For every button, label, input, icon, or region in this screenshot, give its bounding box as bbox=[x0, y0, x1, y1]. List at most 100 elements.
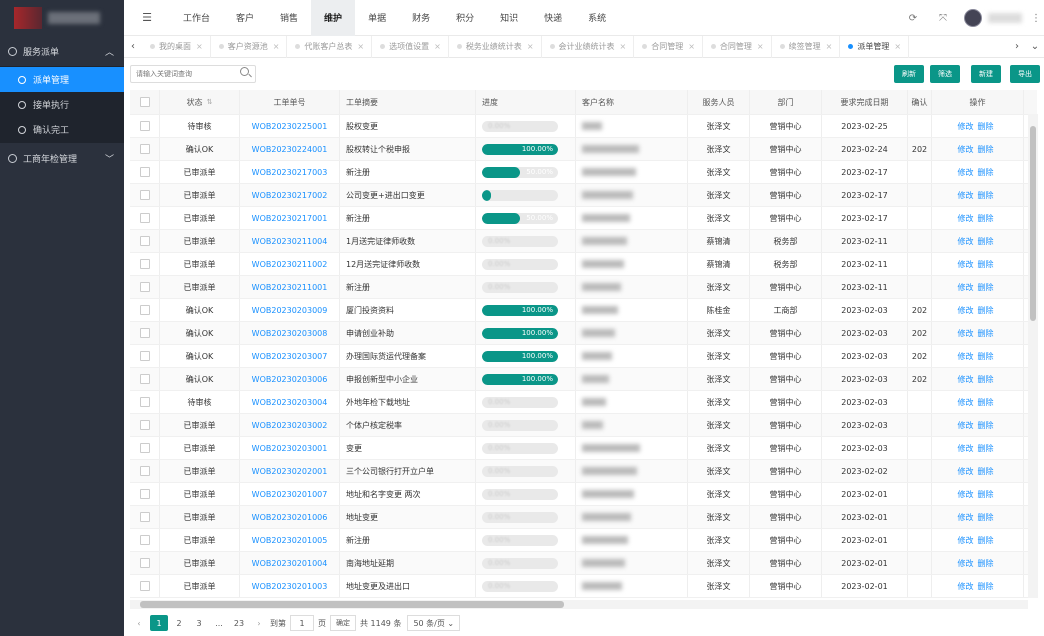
close-icon[interactable]: × bbox=[757, 42, 764, 51]
order-number-link[interactable]: WOB20230203008 bbox=[252, 329, 328, 338]
table-row[interactable]: 已审派单 WOB20230203002 个体户核定税率 0.00% 张泽文 营销中心 202… bbox=[130, 414, 1037, 437]
edit-link[interactable]: 修改 bbox=[958, 397, 974, 408]
table-row[interactable]: 已审派单 WOB20230203001 变更 0.00% 张泽文 营销中心 2023-02-… bbox=[130, 437, 1037, 460]
table-row[interactable]: 已审派单 WOB20230201007 地址和名字变更 两次 0.00% 张泽文 营销中心… bbox=[130, 483, 1037, 506]
order-number-link[interactable]: WOB20230211001 bbox=[252, 283, 328, 292]
nav-item-2[interactable]: 销售 bbox=[267, 0, 311, 36]
row-checkbox[interactable] bbox=[139, 305, 150, 315]
edit-link[interactable]: 修改 bbox=[958, 213, 974, 224]
close-icon[interactable]: × bbox=[527, 42, 534, 51]
row-checkbox[interactable] bbox=[139, 213, 150, 223]
delete-link[interactable]: 删除 bbox=[978, 397, 994, 408]
column-header[interactable]: 要求完成日期 bbox=[822, 90, 908, 114]
tab-4[interactable]: 税务业绩统计表 × bbox=[449, 35, 542, 58]
page-number[interactable]: 1 bbox=[150, 615, 168, 631]
delete-link[interactable]: 删除 bbox=[978, 259, 994, 270]
sidebar-item-confirm-complete[interactable]: 确认完工 bbox=[0, 117, 124, 142]
order-number-link[interactable]: WOB20230201007 bbox=[252, 490, 328, 499]
row-checkbox[interactable] bbox=[139, 167, 150, 177]
edit-link[interactable]: 修改 bbox=[958, 351, 974, 362]
order-number-link[interactable]: WOB20230203001 bbox=[252, 444, 328, 453]
column-header[interactable]: 客户名称 bbox=[576, 90, 688, 114]
order-number-link[interactable]: WOB20230203007 bbox=[252, 352, 328, 361]
page-number[interactable]: 3 bbox=[190, 615, 208, 631]
refresh-button[interactable]: 刷新 bbox=[894, 65, 924, 83]
table-row[interactable]: 已审派单 WOB20230202001 三个公司银行打开立户单 0.00% 张泽文 营销中… bbox=[130, 460, 1037, 483]
tab-9[interactable]: 派单管理 × bbox=[840, 35, 910, 58]
order-number-link[interactable]: WOB20230203009 bbox=[252, 306, 328, 315]
order-number-link[interactable]: WOB20230211004 bbox=[252, 237, 328, 246]
column-header[interactable]: 工单摘要 bbox=[340, 90, 476, 114]
table-row[interactable]: 确认OK WOB20230203006 申报创新型中小企业 100.00% 张泽文 营销中… bbox=[130, 368, 1037, 391]
goto-page-input[interactable]: 1 bbox=[290, 615, 314, 631]
delete-link[interactable]: 删除 bbox=[978, 420, 994, 431]
edit-link[interactable]: 修改 bbox=[958, 535, 974, 546]
sidebar-item-dispatch-management[interactable]: 派单管理 bbox=[0, 67, 124, 92]
row-checkbox[interactable] bbox=[139, 351, 150, 361]
close-icon[interactable]: × bbox=[826, 42, 833, 51]
nav-item-0[interactable]: 工作台 bbox=[170, 0, 223, 36]
row-checkbox[interactable] bbox=[139, 259, 150, 269]
edit-link[interactable]: 修改 bbox=[958, 581, 974, 592]
table-row[interactable]: 待审核 WOB20230225001 股权变更 0.00% 张泽文 营销中心 2023-02… bbox=[130, 115, 1037, 138]
row-checkbox[interactable] bbox=[139, 581, 150, 591]
order-number-link[interactable]: WOB20230225001 bbox=[252, 122, 328, 131]
page-number[interactable]: 2 bbox=[170, 615, 188, 631]
table-row[interactable]: 已审派单 WOB20230211001 新注册 0.00% 张泽文 营销中心 2023-02… bbox=[130, 276, 1037, 299]
export-button[interactable]: 导出 bbox=[1010, 65, 1040, 83]
delete-link[interactable]: 删除 bbox=[978, 466, 994, 477]
delete-link[interactable]: 删除 bbox=[978, 374, 994, 385]
sort-icon[interactable]: ⇅ bbox=[207, 98, 213, 106]
row-checkbox[interactable] bbox=[139, 512, 150, 522]
close-icon[interactable]: × bbox=[894, 42, 901, 51]
order-number-link[interactable]: WOB20230201003 bbox=[252, 582, 328, 591]
edit-link[interactable]: 修改 bbox=[958, 305, 974, 316]
order-number-link[interactable]: WOB20230217002 bbox=[252, 191, 328, 200]
order-number-link[interactable]: WOB20230203004 bbox=[252, 398, 328, 407]
close-icon[interactable]: × bbox=[196, 42, 203, 51]
delete-link[interactable]: 删除 bbox=[978, 144, 994, 155]
delete-link[interactable]: 删除 bbox=[978, 351, 994, 362]
order-number-link[interactable]: WOB20230201006 bbox=[252, 513, 328, 522]
close-icon[interactable]: × bbox=[434, 42, 441, 51]
edit-link[interactable]: 修改 bbox=[958, 167, 974, 178]
table-row[interactable]: 确认OK WOB20230224001 股权转让个税申报 100.00% 张泽文 营销中心… bbox=[130, 138, 1037, 161]
menu-toggle-icon[interactable]: ☰ bbox=[124, 11, 170, 24]
edit-link[interactable]: 修改 bbox=[958, 420, 974, 431]
order-number-link[interactable]: WOB20230201004 bbox=[252, 559, 328, 568]
column-header[interactable]: 进度 bbox=[476, 90, 576, 114]
delete-link[interactable]: 删除 bbox=[978, 558, 994, 569]
order-number-link[interactable]: WOB20230202001 bbox=[252, 467, 328, 476]
page-size-select[interactable]: 50 条/页 ⌄ bbox=[407, 615, 461, 631]
edit-link[interactable]: 修改 bbox=[958, 144, 974, 155]
nav-item-4[interactable]: 单据 bbox=[355, 0, 399, 36]
row-checkbox[interactable] bbox=[139, 420, 150, 430]
close-icon[interactable]: × bbox=[273, 42, 280, 51]
tab-5[interactable]: 会计业绩统计表 × bbox=[542, 35, 635, 58]
fullscreen-icon[interactable]: ⤧ bbox=[928, 13, 958, 24]
row-checkbox[interactable] bbox=[139, 121, 150, 131]
column-header[interactable]: 状态 ⇅ bbox=[160, 90, 240, 114]
row-checkbox[interactable] bbox=[139, 443, 150, 453]
horizontal-scrollbar[interactable] bbox=[130, 600, 1028, 609]
sidebar-item-accept-execute[interactable]: 接单执行 bbox=[0, 92, 124, 117]
nav-item-6[interactable]: 积分 bbox=[443, 0, 487, 36]
select-all-checkbox[interactable] bbox=[139, 97, 150, 107]
vertical-scroll-thumb[interactable] bbox=[1030, 126, 1036, 321]
sidebar-group-annual-inspection[interactable]: 工商年检管理 ﹀ bbox=[0, 143, 124, 173]
row-checkbox[interactable] bbox=[139, 236, 150, 246]
nav-item-7[interactable]: 知识 bbox=[487, 0, 531, 36]
delete-link[interactable]: 删除 bbox=[978, 535, 994, 546]
page-number[interactable]: 23 bbox=[230, 615, 248, 631]
delete-link[interactable]: 删除 bbox=[978, 305, 994, 316]
row-checkbox[interactable] bbox=[139, 328, 150, 338]
table-row[interactable]: 确认OK WOB20230203008 申请创业补助 100.00% 张泽文 营销中心 20… bbox=[130, 322, 1037, 345]
delete-link[interactable]: 删除 bbox=[978, 282, 994, 293]
nav-item-5[interactable]: 财务 bbox=[399, 0, 443, 36]
more-vertical-icon[interactable]: ⋮ bbox=[1028, 13, 1044, 24]
row-checkbox[interactable] bbox=[139, 558, 150, 568]
filter-button[interactable]: 筛选 bbox=[930, 65, 960, 83]
horizontal-scroll-thumb[interactable] bbox=[140, 601, 564, 608]
table-row[interactable]: 已审派单 WOB20230211002 12月送完证律师收数 0.00% 蔡锦清 税务部 2… bbox=[130, 253, 1037, 276]
delete-link[interactable]: 删除 bbox=[978, 213, 994, 224]
